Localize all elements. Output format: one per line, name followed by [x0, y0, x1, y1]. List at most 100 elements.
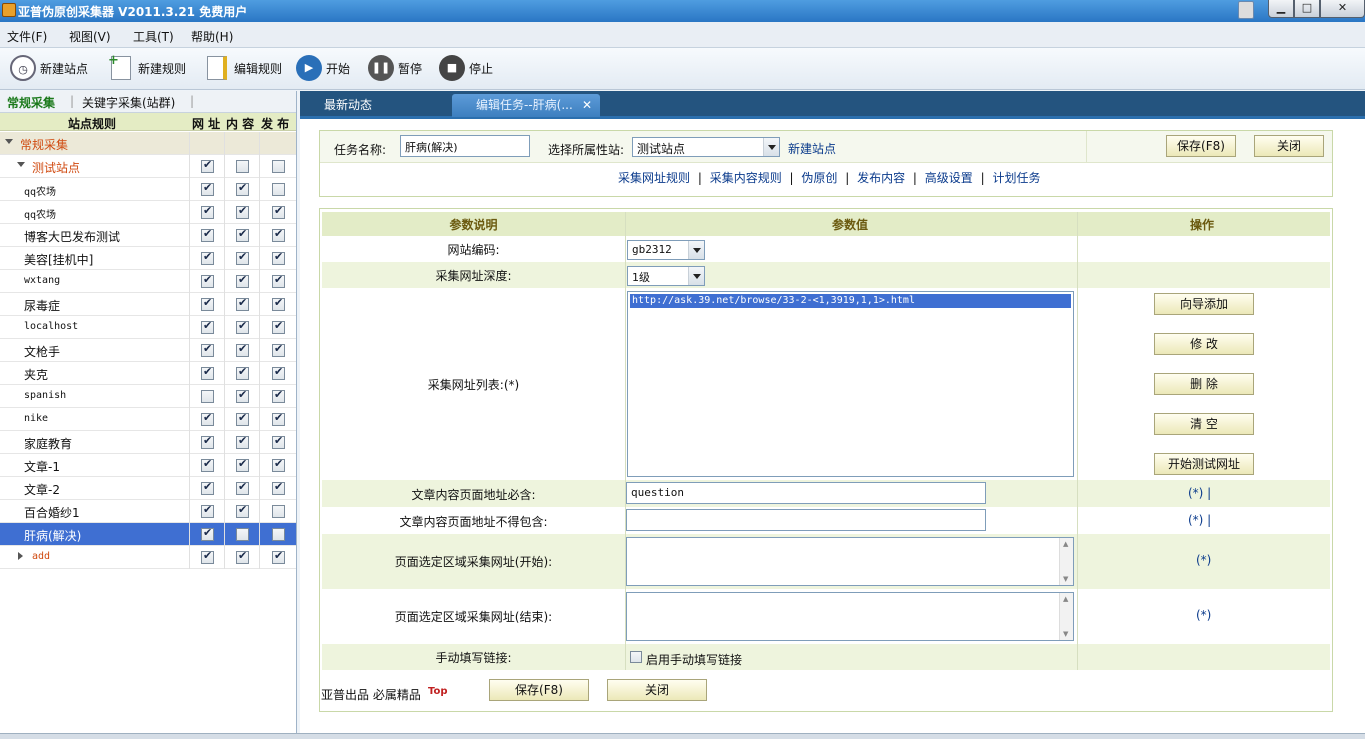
delete-button[interactable]: 删 除	[1154, 373, 1254, 395]
menu-help[interactable]: 帮助(H)	[191, 28, 233, 45]
pause-button[interactable]: ❚❚ 暂停	[368, 52, 422, 84]
content-checkbox[interactable]	[236, 227, 249, 242]
publish-checkbox[interactable]	[272, 365, 285, 380]
url-checkbox[interactable]	[201, 227, 214, 242]
not-contain-input[interactable]	[626, 509, 986, 531]
publish-checkbox[interactable]	[272, 505, 285, 518]
content-checkbox[interactable]	[236, 434, 249, 449]
minimize-button[interactable]: ▁	[1268, 0, 1294, 18]
tree-row[interactable]: wxtang	[0, 270, 296, 293]
content-checkbox[interactable]	[236, 365, 249, 380]
expand-icon[interactable]	[17, 162, 25, 167]
wizard-add-button[interactable]: 向导添加	[1154, 293, 1254, 315]
tray-icon[interactable]	[1238, 1, 1254, 19]
tree-row[interactable]: qq农场	[0, 201, 296, 224]
tree-row[interactable]: 肝病(解决)	[0, 523, 296, 546]
content-checkbox[interactable]	[236, 204, 249, 219]
tree-row[interactable]: spanish	[0, 385, 296, 408]
test-url-button[interactable]: 开始测试网址	[1154, 453, 1254, 475]
tree-row[interactable]: 美容[挂机中]	[0, 247, 296, 270]
collapse-icon[interactable]	[18, 552, 23, 560]
tree-row[interactable]: add	[0, 546, 296, 569]
close-button-top[interactable]: 关闭	[1254, 135, 1324, 157]
url-checkbox[interactable]	[201, 296, 214, 311]
tree-row[interactable]: 测试站点	[0, 155, 296, 178]
publish-checkbox[interactable]	[272, 388, 285, 403]
content-checkbox[interactable]	[236, 342, 249, 357]
url-checkbox[interactable]	[201, 181, 214, 196]
content-checkbox[interactable]	[236, 160, 249, 173]
must-contain-input[interactable]: question	[626, 482, 986, 504]
tree-row[interactable]: 文章-2	[0, 477, 296, 500]
task-name-input[interactable]: 肝病(解决)	[400, 135, 530, 157]
close-tab-icon[interactable]: ✕	[582, 94, 592, 116]
menu-view[interactable]: 视图(V)	[69, 28, 111, 45]
region-start-textarea[interactable]	[626, 537, 1074, 586]
tree-row[interactable]: 家庭教育	[0, 431, 296, 454]
modify-button[interactable]: 修 改	[1154, 333, 1254, 355]
maximize-button[interactable]: □	[1294, 0, 1320, 18]
publish-checkbox[interactable]	[272, 183, 285, 196]
publish-checkbox[interactable]	[272, 296, 285, 311]
tree-row[interactable]: 常规采集	[0, 132, 296, 155]
tree-row[interactable]: localhost	[0, 316, 296, 339]
new-rule-button[interactable]: + 新建规则	[108, 52, 186, 84]
scrollbar[interactable]	[1059, 593, 1073, 640]
content-checkbox[interactable]	[236, 250, 249, 265]
publish-checkbox[interactable]	[272, 204, 285, 219]
content-checkbox[interactable]	[236, 181, 249, 196]
url-checkbox[interactable]	[201, 204, 214, 219]
tree-row[interactable]: 百合婚纱1	[0, 500, 296, 523]
publish-checkbox[interactable]	[272, 273, 285, 288]
url-list-box[interactable]: http://ask.39.net/browse/33-2-<1,3919,1,…	[627, 291, 1074, 477]
url-checkbox[interactable]	[201, 365, 214, 380]
url-checkbox[interactable]	[201, 273, 214, 288]
publish-checkbox[interactable]	[272, 434, 285, 449]
content-checkbox[interactable]	[236, 457, 249, 472]
tab-regular-collect[interactable]: 常规采集	[7, 94, 55, 111]
publish-checkbox[interactable]	[272, 160, 285, 173]
content-checkbox[interactable]	[236, 273, 249, 288]
url-checkbox[interactable]	[201, 250, 214, 265]
url-checkbox[interactable]	[201, 390, 214, 403]
publish-checkbox[interactable]	[272, 250, 285, 265]
tree-row[interactable]: 尿毒症	[0, 293, 296, 316]
publish-checkbox[interactable]	[272, 342, 285, 357]
tab-edit-task[interactable]: 编辑任务--肝病(... ✕	[452, 94, 600, 117]
url-checkbox[interactable]	[201, 457, 214, 472]
url-list-item[interactable]: http://ask.39.net/browse/33-2-<1,3919,1,…	[630, 294, 1071, 308]
content-checkbox[interactable]	[236, 319, 249, 334]
url-checkbox[interactable]	[201, 342, 214, 357]
content-checkbox[interactable]	[236, 388, 249, 403]
subnav-link[interactable]: 伪原创	[801, 171, 837, 185]
publish-checkbox[interactable]	[272, 457, 285, 472]
content-checkbox[interactable]	[236, 480, 249, 495]
publish-checkbox[interactable]	[272, 227, 285, 242]
top-link[interactable]: Top	[428, 686, 448, 697]
publish-checkbox[interactable]	[272, 480, 285, 495]
url-checkbox[interactable]	[201, 158, 214, 173]
region-end-textarea[interactable]	[626, 592, 1074, 641]
url-checkbox[interactable]	[201, 434, 214, 449]
url-checkbox[interactable]	[201, 549, 214, 564]
content-checkbox[interactable]	[236, 411, 249, 426]
save-button[interactable]: 保存(F8)	[489, 679, 589, 701]
url-checkbox[interactable]	[201, 503, 214, 518]
subnav-link[interactable]: 高级设置	[925, 171, 973, 185]
menu-file[interactable]: 文件(F)	[7, 28, 47, 45]
content-checkbox[interactable]	[236, 296, 249, 311]
url-checkbox[interactable]	[201, 411, 214, 426]
new-site-link[interactable]: 新建站点	[788, 140, 836, 157]
edit-rule-button[interactable]: 编辑规则	[204, 52, 282, 84]
save-button-top[interactable]: 保存(F8)	[1166, 135, 1236, 157]
url-checkbox[interactable]	[201, 526, 214, 541]
clear-button[interactable]: 清 空	[1154, 413, 1254, 435]
tree-row[interactable]: 夹克	[0, 362, 296, 385]
tree-row[interactable]: 文章-1	[0, 454, 296, 477]
depth-select[interactable]: 1级	[627, 266, 705, 286]
publish-checkbox[interactable]	[272, 549, 285, 564]
subnav-link[interactable]: 采集网址规则	[618, 171, 690, 185]
new-site-button[interactable]: ◷ 新建站点	[10, 52, 88, 84]
publish-checkbox[interactable]	[272, 528, 285, 541]
tree-row[interactable]: nike	[0, 408, 296, 431]
